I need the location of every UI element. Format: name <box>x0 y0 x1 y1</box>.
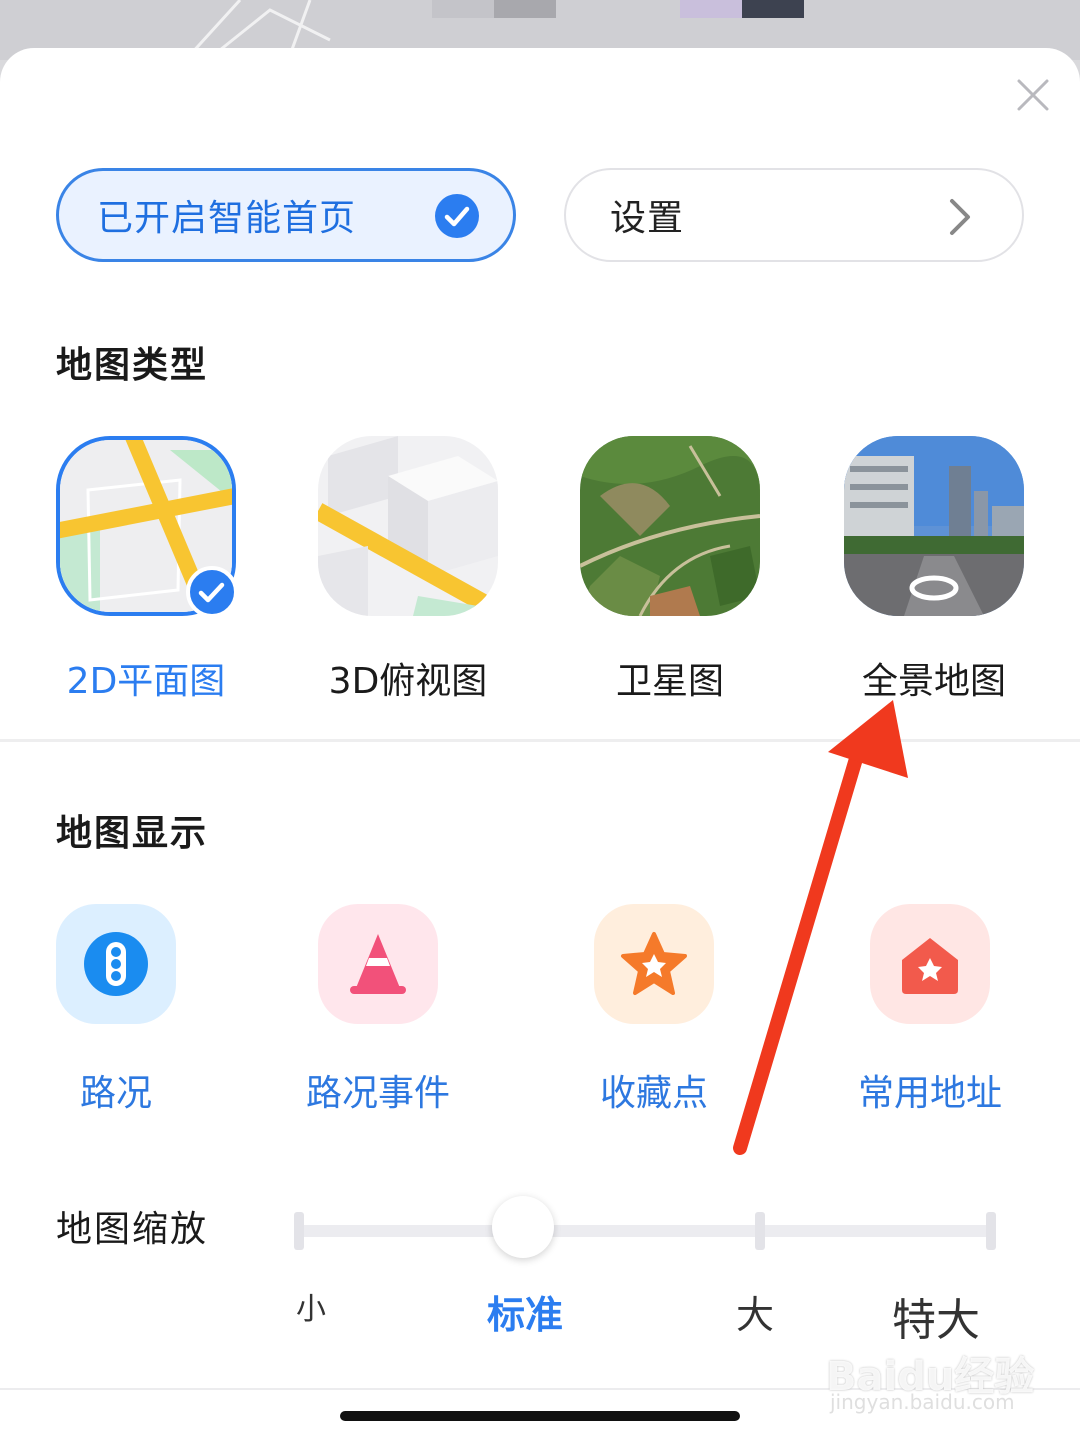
close-icon[interactable] <box>1016 78 1050 112</box>
zoom-tick <box>986 1212 996 1250</box>
traffic-cone-icon <box>350 934 406 994</box>
map-type-label: 3D俯视图 <box>328 661 488 702</box>
zoom-option-standard[interactable]: 标准 <box>487 1284 563 1339</box>
zoom-option-large[interactable]: 大 <box>736 1284 774 1339</box>
home-icon <box>902 938 958 994</box>
map-type-3d[interactable] <box>318 436 498 616</box>
map-display-title: 地图显示 <box>56 813 209 854</box>
traffic-events-toggle[interactable] <box>318 904 438 1024</box>
settings-button[interactable]: 设置 <box>564 168 1024 262</box>
zoom-option-xlarge[interactable]: 特大 <box>892 1284 980 1348</box>
traffic-toggle[interactable] <box>56 904 176 1024</box>
common-address-toggle[interactable] <box>870 904 990 1024</box>
check-icon <box>435 194 479 238</box>
map-type-label: 2D平面图 <box>66 661 226 702</box>
display-label: 常用地址 <box>857 1073 1002 1114</box>
map-type-title: 地图类型 <box>56 345 209 386</box>
zoom-slider-track[interactable] <box>298 1225 994 1237</box>
zoom-tick <box>755 1212 765 1250</box>
watermark-url: jingyan.baidu.com <box>830 1390 1015 1414</box>
chevron-right-icon <box>950 199 970 235</box>
zoom-option-small[interactable]: 小 <box>296 1284 326 1328</box>
favorites-toggle[interactable] <box>594 904 714 1024</box>
home-indicator[interactable] <box>340 1411 740 1421</box>
map-3d-icon <box>318 436 498 616</box>
smart-home-toggle[interactable]: 已开启智能首页 <box>56 168 516 262</box>
settings-label: 设置 <box>610 198 685 239</box>
display-label: 收藏点 <box>599 1073 708 1114</box>
display-label: 路况事件 <box>305 1073 450 1114</box>
map-type-panorama[interactable] <box>844 436 1024 616</box>
map-type-label: 卫星图 <box>615 661 724 702</box>
smart-home-label: 已开启智能首页 <box>97 198 357 239</box>
zoom-slider-handle[interactable] <box>492 1196 554 1258</box>
zoom-tick <box>294 1212 304 1250</box>
satellite-icon <box>580 436 760 616</box>
selected-check-icon <box>186 566 238 618</box>
map-type-satellite[interactable] <box>580 436 760 616</box>
map-zoom-title: 地图缩放 <box>56 1209 209 1250</box>
star-icon <box>621 932 687 995</box>
traffic-light-icon <box>84 932 148 996</box>
map-type-label: 全景地图 <box>861 661 1006 702</box>
section-divider <box>0 739 1080 742</box>
display-label: 路况 <box>79 1073 152 1114</box>
panorama-icon <box>844 436 1024 616</box>
